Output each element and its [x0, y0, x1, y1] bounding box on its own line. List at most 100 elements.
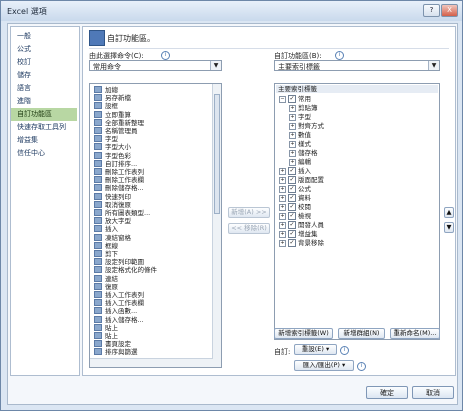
nav-item[interactable]: 語言: [11, 82, 77, 95]
expand-icon[interactable]: +: [279, 221, 286, 229]
nav-item[interactable]: 自訂功能區: [11, 108, 77, 121]
list-item[interactable]: 插入: [92, 225, 118, 233]
tree-node[interactable]: + ✓ 公式: [279, 185, 311, 194]
chevron-down-icon[interactable]: ▼: [428, 61, 439, 70]
import-export-button[interactable]: 匯入/匯出(P) ▾: [294, 360, 354, 371]
tree-node[interactable]: + 樣式: [289, 140, 311, 149]
list-item[interactable]: 貼上: [92, 323, 118, 332]
list-item[interactable]: 字型大小: [92, 143, 131, 151]
tree-node[interactable]: + ✓ 版面配置: [279, 176, 324, 185]
expand-icon[interactable]: +: [279, 239, 286, 247]
list-item[interactable]: 凍結窗格: [92, 233, 131, 242]
tree-node[interactable]: + ✓ 開發人員: [279, 221, 324, 230]
tree-node[interactable]: + 對齊方式: [289, 122, 324, 131]
new-tab-button[interactable]: 新增索引標籤(W): [274, 328, 333, 339]
checkbox[interactable]: ✓: [288, 203, 296, 211]
expand-icon[interactable]: +: [289, 104, 296, 112]
expand-icon[interactable]: +: [279, 212, 286, 220]
list-item[interactable]: 排序與篩選: [92, 348, 138, 356]
list-item[interactable]: 插入工作表列: [92, 291, 144, 299]
list-item[interactable]: 插入工作表欄: [92, 299, 144, 307]
expand-icon[interactable]: +: [289, 113, 296, 121]
rename-button[interactable]: 重新命名(M)...: [390, 328, 440, 339]
checkbox[interactable]: ✓: [288, 176, 296, 184]
tree-node[interactable]: + ✓ 資料: [279, 194, 311, 203]
list-item[interactable]: 刪除工作表列: [92, 168, 144, 176]
tree-node[interactable]: + 數值: [289, 131, 311, 140]
list-item[interactable]: 框線: [92, 241, 118, 250]
choose-commands-combo[interactable]: 常用命令 ▼: [89, 60, 222, 71]
cancel-button[interactable]: 取消: [412, 386, 454, 399]
list-item[interactable]: 插入函數...: [92, 307, 137, 315]
tree-node[interactable]: + 儲存格: [289, 149, 318, 158]
list-item[interactable]: 書頁設定: [92, 340, 131, 348]
expand-icon[interactable]: +: [289, 131, 296, 139]
list-item[interactable]: 快速列印: [92, 192, 131, 201]
list-item[interactable]: 字型: [92, 135, 118, 143]
reset-button[interactable]: 重設(E) ▾: [294, 344, 337, 355]
nav-item[interactable]: 校訂: [11, 56, 77, 69]
list-item[interactable]: 設定格式化的條件: [92, 266, 157, 274]
tree-node[interactable]: + 編輯: [289, 158, 311, 167]
vertical-scrollbar[interactable]: [212, 84, 221, 367]
list-item[interactable]: 所有圖表類型...: [92, 209, 150, 217]
new-group-button[interactable]: 新增群組(N): [338, 328, 385, 339]
tree-node[interactable]: + ✓ 增益集: [279, 230, 318, 239]
remove-button[interactable]: << 移除(R): [228, 223, 270, 234]
list-item[interactable]: 另存新檔: [92, 94, 131, 102]
list-item[interactable]: 立即重算: [92, 110, 131, 119]
list-item[interactable]: 設定列印範圍: [92, 258, 144, 266]
expand-icon[interactable]: +: [289, 140, 296, 148]
list-item[interactable]: 刪除工作表欄: [92, 176, 144, 184]
nav-item[interactable]: 儲存: [11, 69, 77, 82]
chevron-down-icon[interactable]: ▼: [210, 61, 221, 70]
expand-icon[interactable]: +: [289, 158, 296, 166]
list-item[interactable]: 連結: [92, 274, 118, 283]
add-button[interactable]: 新增(A) >>: [228, 207, 270, 218]
checkbox[interactable]: ✓: [288, 95, 296, 103]
move-down-button[interactable]: ▼: [444, 222, 454, 233]
expand-icon[interactable]: +: [279, 194, 286, 202]
nav-item[interactable]: 信任中心: [11, 147, 77, 160]
list-item[interactable]: 刪除儲存格...: [92, 184, 144, 192]
nav-item[interactable]: 快速存取工具列: [11, 121, 77, 134]
tree-node[interactable]: + ✓ 校閱: [279, 203, 311, 212]
checkbox[interactable]: ✓: [288, 194, 296, 202]
tree-node[interactable]: + ✓ 檢視: [279, 212, 311, 221]
tree-node[interactable]: + ✓ 插入: [279, 167, 311, 176]
collapse-icon[interactable]: −: [279, 95, 286, 103]
expand-icon[interactable]: +: [279, 230, 286, 238]
expand-icon[interactable]: +: [279, 167, 286, 175]
list-item[interactable]: 放大字型: [92, 217, 131, 225]
horizontal-scrollbar[interactable]: [90, 358, 213, 367]
checkbox[interactable]: ✓: [288, 230, 296, 238]
tree-node[interactable]: + 剪貼簿: [289, 104, 318, 113]
help-button[interactable]: ?: [423, 4, 440, 17]
nav-item[interactable]: 增益集: [11, 134, 77, 147]
ribbon-tabs-tree[interactable]: 主要索引標籤 − ✓ 常用 + 剪貼簿 + 字型 + 對齊方式 + 數值 + 樣式 + 儲存格 + 編輯 + ✓ 插入…: [274, 83, 440, 340]
list-item[interactable]: 自訂排序...: [92, 159, 137, 168]
list-item[interactable]: 名稱管理員: [92, 127, 138, 135]
list-item[interactable]: 剪下: [92, 250, 118, 258]
tree-node[interactable]: + ✓ 背景移除: [279, 239, 324, 248]
expand-icon[interactable]: +: [279, 176, 286, 184]
checkbox[interactable]: ✓: [288, 167, 296, 175]
list-item[interactable]: 插入儲存格...: [92, 315, 144, 324]
expand-icon[interactable]: +: [289, 122, 296, 130]
list-item[interactable]: 設框: [92, 102, 118, 110]
tree-node[interactable]: − ✓ 常用: [279, 95, 311, 104]
list-item[interactable]: 加總: [92, 86, 118, 94]
expand-icon[interactable]: +: [289, 149, 296, 157]
nav-item[interactable]: 一般: [11, 30, 77, 43]
scroll-thumb[interactable]: [214, 94, 220, 214]
list-item[interactable]: 取消復原: [92, 200, 131, 209]
checkbox[interactable]: ✓: [288, 221, 296, 229]
ok-button[interactable]: 確定: [366, 386, 408, 399]
list-item[interactable]: 貼上: [92, 332, 118, 340]
close-button[interactable]: X: [441, 4, 458, 17]
nav-item[interactable]: 公式: [11, 43, 77, 56]
nav-item[interactable]: 進階: [11, 95, 77, 108]
expand-icon[interactable]: +: [279, 185, 286, 193]
expand-icon[interactable]: +: [279, 203, 286, 211]
checkbox[interactable]: ✓: [288, 185, 296, 193]
